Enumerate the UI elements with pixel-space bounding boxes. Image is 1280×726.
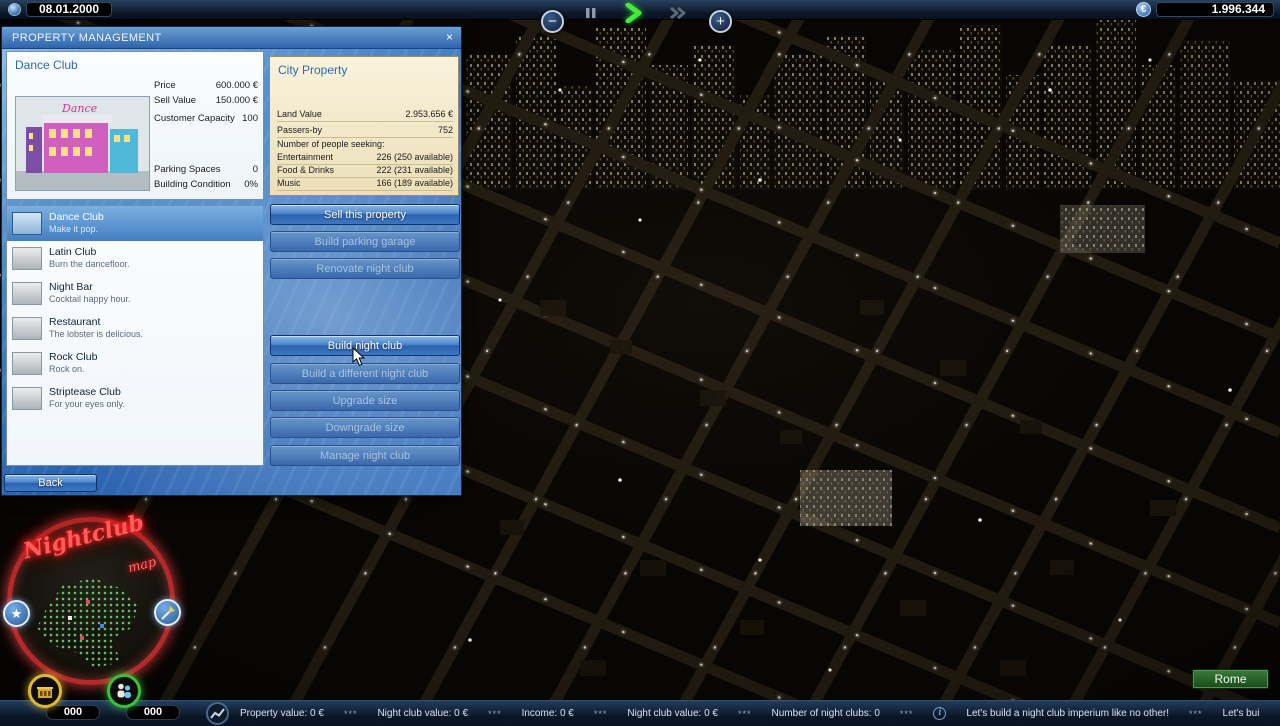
date-icon <box>8 3 21 16</box>
ticker-strip: Property value: 0 € *** Night club value… <box>236 701 1280 726</box>
stat-sell-value: Sell Value 150.000 € <box>154 95 258 106</box>
list-item-dance-club[interactable]: Dance Club Make it pop. <box>7 206 263 241</box>
bank-building-icon <box>36 682 54 700</box>
close-icon[interactable]: × <box>442 30 457 45</box>
club-name: Restaurant <box>49 316 143 329</box>
stat-price: Price 600.000 € <box>154 80 258 91</box>
finance-building-button[interactable] <box>28 674 62 708</box>
club-name: Latin Club <box>49 246 130 259</box>
ticker-message: Let's build a night club imperium like n… <box>966 708 1169 719</box>
building-thumbnail: Dance <box>15 96 150 191</box>
city-property-panel: City Property Land Value 2.953.656 € Pas… <box>269 56 459 196</box>
club-thumbnail <box>12 317 42 340</box>
club-desc: Burn the dancefloor. <box>49 259 130 270</box>
statistics-chart-button[interactable] <box>206 702 229 725</box>
row-passers-by: Passers-by 752 <box>277 125 453 138</box>
separator: *** <box>900 709 914 719</box>
pause-button[interactable] <box>585 6 597 24</box>
club-desc: Rock on. <box>49 364 97 375</box>
back-button[interactable]: Back <box>4 474 97 492</box>
list-item-striptease-club[interactable]: Striptease Club For your eyes only. <box>7 381 263 416</box>
stat-property-value: Property value: 0 € <box>240 708 324 719</box>
building-sign-text: Dance <box>61 102 98 115</box>
list-item-night-bar[interactable]: Night Bar Cocktail happy hour. <box>7 276 263 311</box>
favorites-star-button[interactable]: ★ <box>3 600 30 627</box>
row-land-value: Land Value 2.953.656 € <box>277 109 453 122</box>
club-thumbnail <box>12 387 42 410</box>
separator: *** <box>488 709 502 719</box>
info-icon[interactable]: i <box>933 707 946 720</box>
euro-icon: € <box>1136 2 1151 17</box>
sell-property-button[interactable]: Sell this property <box>270 204 460 225</box>
club-desc: The lobster is delicious. <box>49 329 143 340</box>
building-name: Dance Club <box>15 58 78 72</box>
club-thumbnail <box>12 352 42 375</box>
stat-night-club-value-2: Night club value: 0 € <box>627 708 718 719</box>
people-icon <box>115 682 133 700</box>
staff-people-button[interactable] <box>107 674 141 708</box>
club-name: Night Bar <box>49 281 131 294</box>
club-desc: Cocktail happy hour. <box>49 294 131 305</box>
line-chart-icon <box>209 706 226 721</box>
build-night-club-button[interactable]: Build night club <box>270 335 460 356</box>
club-desc: For your eyes only. <box>49 399 125 410</box>
nightclub-map: Nightclub map ★ <box>0 508 192 720</box>
separator: *** <box>594 709 608 719</box>
ticker-message-truncated: Let's bui <box>1223 708 1260 719</box>
stat-condition: Building Condition 0% <box>154 179 258 190</box>
zoom-in-button[interactable]: + <box>709 10 732 33</box>
club-thumbnail <box>12 212 42 235</box>
club-desc: Make it pop. <box>49 224 104 235</box>
city-name-label[interactable]: Rome <box>1192 669 1269 689</box>
fast-forward-button[interactable] <box>669 6 687 25</box>
row-music: Music 166 (189 available) <box>277 178 453 191</box>
club-name: Striptease Club <box>49 386 125 399</box>
money-display: 1.996.344 <box>1156 2 1274 17</box>
club-list: Dance Club Make it pop. Latin Club Burn … <box>6 205 264 466</box>
row-seeking-header: Number of people seeking: <box>277 139 453 152</box>
property-management-window: PROPERTY MANAGEMENT × Dance Club <box>1 26 462 496</box>
stat-parking: Parking Spaces 0 <box>154 164 258 175</box>
separator: *** <box>738 709 752 719</box>
date-display: 08.01.2000 <box>26 2 112 17</box>
manage-night-club-button[interactable]: Manage night club <box>270 445 460 466</box>
map-pin-button[interactable] <box>154 599 181 626</box>
list-item-rock-club[interactable]: Rock Club Rock on. <box>7 346 263 381</box>
city-property-title: City Property <box>278 63 347 77</box>
stat-capacity: Customer Capacity 100 <box>154 113 258 124</box>
list-item-restaurant[interactable]: Restaurant The lobster is delicious. <box>7 311 263 346</box>
pin-icon <box>159 604 177 622</box>
row-entertainment: Entertainment 226 (250 available) <box>277 152 453 165</box>
top-bar: 08.01.2000 − + € 1.996.344 <box>0 0 1280 20</box>
renovate-night-club-button[interactable]: Renovate night club <box>270 258 460 279</box>
zoom-out-button[interactable]: − <box>541 10 564 33</box>
build-different-night-club-button[interactable]: Build a different night club <box>270 363 460 384</box>
separator: *** <box>1189 709 1203 719</box>
separator: *** <box>344 709 358 719</box>
time-controls: − + <box>541 0 739 38</box>
club-name: Dance Club <box>49 211 104 224</box>
stat-night-club-value: Night club value: 0 € <box>377 708 468 719</box>
stat-number-of-clubs: Number of night clubs: 0 <box>772 708 880 719</box>
building-info-panel: Dance Club Dance Pr <box>6 51 264 200</box>
build-parking-garage-button[interactable]: Build parking garage <box>270 231 460 252</box>
club-name: Rock Club <box>49 351 97 364</box>
status-bar: 000 000 Property value: 0 € *** Night cl… <box>0 700 1280 726</box>
row-food-drinks: Food & Drinks 222 (231 available) <box>277 165 453 178</box>
list-item-latin-club[interactable]: Latin Club Burn the dancefloor. <box>7 241 263 276</box>
stat-income: Income: 0 € <box>522 708 574 719</box>
club-thumbnail <box>12 282 42 305</box>
club-thumbnail <box>12 247 42 270</box>
play-button[interactable] <box>625 3 643 28</box>
downgrade-size-button[interactable]: Downgrade size <box>270 417 460 438</box>
upgrade-size-button[interactable]: Upgrade size <box>270 390 460 411</box>
window-title: PROPERTY MANAGEMENT <box>2 27 461 49</box>
